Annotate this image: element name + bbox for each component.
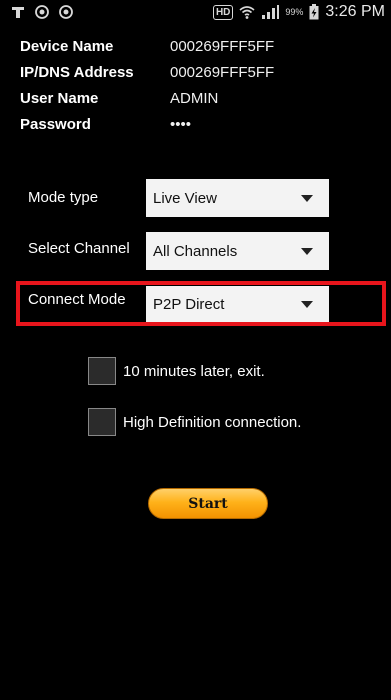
select-channel-label: Select Channel: [28, 240, 130, 257]
password-value: ••••: [170, 116, 192, 133]
start-button-label: Start: [188, 495, 228, 512]
status-bar: HD 99% 3:26 PM: [0, 0, 391, 28]
connect-mode-label: Connect Mode: [28, 291, 126, 308]
device-name-row: Device Name 000269FFF5FF: [20, 38, 380, 60]
hd-voice-badge: HD: [212, 4, 234, 20]
battery-charging-icon: [309, 4, 319, 20]
user-name-row: User Name ADMIN: [20, 90, 380, 112]
start-button[interactable]: Start: [148, 488, 268, 519]
dropdown-arrow-icon: [301, 195, 313, 202]
battery-percent: 99%: [285, 7, 304, 17]
ip-dns-address-value: 000269FFF5FF: [170, 64, 275, 81]
select-channel-selected-value: All Channels: [153, 242, 238, 260]
ip-dns-address-label: IP/DNS Address: [20, 64, 134, 81]
high-definition-label: High Definition connection.: [123, 414, 302, 431]
app-screen: HD 99% 3:26 PM Device Name 000269FFF5FF …: [0, 0, 391, 700]
status-clock: 3:26 PM: [325, 3, 385, 20]
select-channel-select[interactable]: All Channels: [146, 232, 329, 270]
device-name-label: Device Name: [20, 38, 114, 55]
connect-mode-selected-value: P2P Direct: [153, 295, 225, 313]
signal-strength-icon: [262, 5, 280, 19]
mode-type-label: Mode type: [28, 189, 99, 206]
password-row: Password ••••: [20, 116, 380, 138]
wifi-icon: [239, 6, 255, 19]
notification-circle-icon: [35, 5, 49, 19]
carrier-logo-icon: [12, 7, 24, 18]
dropdown-arrow-icon: [301, 248, 313, 255]
password-label: Password: [20, 116, 91, 133]
dropdown-arrow-icon: [301, 301, 313, 308]
mode-type-selected-value: Live View: [153, 189, 217, 207]
ip-dns-address-row: IP/DNS Address 000269FFF5FF: [20, 64, 380, 86]
notification-circle-icon: [59, 5, 73, 19]
user-name-label: User Name: [20, 90, 99, 107]
connect-mode-select[interactable]: P2P Direct: [146, 286, 329, 322]
device-name-value: 000269FFF5FF: [170, 38, 275, 55]
exit-later-label: 10 minutes later, exit.: [123, 363, 265, 380]
high-definition-checkbox[interactable]: [88, 408, 116, 436]
mode-type-select[interactable]: Live View: [146, 179, 329, 217]
exit-later-checkbox[interactable]: [88, 357, 116, 385]
user-name-value: ADMIN: [170, 90, 219, 107]
